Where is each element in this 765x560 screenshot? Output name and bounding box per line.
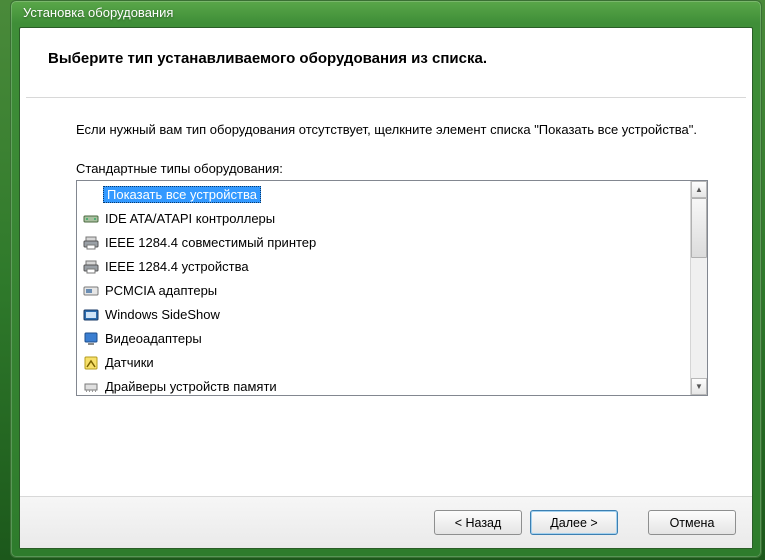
printer-icon — [83, 259, 99, 275]
wizard-title: Выберите тип устанавливаемого оборудован… — [48, 50, 722, 67]
list-item[interactable]: Показать все устройства — [77, 183, 690, 207]
scrollbar-vertical[interactable]: ▲ ▼ — [690, 181, 707, 395]
list-label: Стандартные типы оборудования: — [76, 161, 708, 176]
list-item[interactable]: Видеоадаптеры — [77, 327, 690, 351]
blank-icon — [83, 187, 99, 203]
list-item[interactable]: IEEE 1284.4 устройства — [77, 255, 690, 279]
list-item-label: IDE ATA/ATAPI контроллеры — [103, 211, 277, 226]
ide-icon — [83, 211, 99, 227]
printer-icon — [83, 235, 99, 251]
list-item-label: Драйверы устройств памяти — [103, 379, 279, 394]
list-item[interactable]: Датчики — [77, 351, 690, 375]
scroll-down-button[interactable]: ▼ — [691, 378, 707, 395]
titlebar: Установка оборудования — [11, 1, 761, 27]
display-icon — [83, 331, 99, 347]
client-area: Выберите тип устанавливаемого оборудован… — [19, 27, 753, 549]
hardware-type-listbox[interactable]: Показать все устройства IDE ATA/ATAPI кон… — [76, 180, 708, 396]
list-item-label: Видеоадаптеры — [103, 331, 204, 346]
list-item-label: PCMCIA адаптеры — [103, 283, 219, 298]
list-item-label: Windows SideShow — [103, 307, 222, 322]
pcmcia-icon — [83, 283, 99, 299]
list-item[interactable]: IEEE 1284.4 совместимый принтер — [77, 231, 690, 255]
list-item-label: Показать все устройства — [103, 186, 261, 203]
list-item-label: IEEE 1284.4 совместимый принтер — [103, 235, 318, 250]
scroll-thumb[interactable] — [691, 198, 707, 258]
back-button[interactable]: < Назад — [434, 510, 522, 535]
scroll-up-button[interactable]: ▲ — [691, 181, 707, 198]
wizard-content: Если нужный вам тип оборудования отсутст… — [20, 98, 752, 396]
window-title: Установка оборудования — [23, 5, 173, 20]
list-item[interactable]: Драйверы устройств памяти — [77, 375, 690, 395]
scroll-track[interactable] — [691, 198, 707, 378]
info-text: Если нужный вам тип оборудования отсутст… — [76, 120, 708, 141]
wizard-window: Установка оборудования Выберите тип уста… — [10, 0, 762, 558]
list-item-label: IEEE 1284.4 устройства — [103, 259, 251, 274]
memory-icon — [83, 379, 99, 395]
cancel-button[interactable]: Отмена — [648, 510, 736, 535]
sensor-icon — [83, 355, 99, 371]
list-item[interactable]: Windows SideShow — [77, 303, 690, 327]
next-button[interactable]: Далее > — [530, 510, 618, 535]
wizard-footer: < Назад Далее > Отмена — [20, 496, 752, 548]
wizard-header: Выберите тип устанавливаемого оборудован… — [20, 28, 752, 81]
list-item[interactable]: PCMCIA адаптеры — [77, 279, 690, 303]
sideshow-icon — [83, 307, 99, 323]
list-item-label: Датчики — [103, 355, 156, 370]
list-item[interactable]: IDE ATA/ATAPI контроллеры — [77, 207, 690, 231]
